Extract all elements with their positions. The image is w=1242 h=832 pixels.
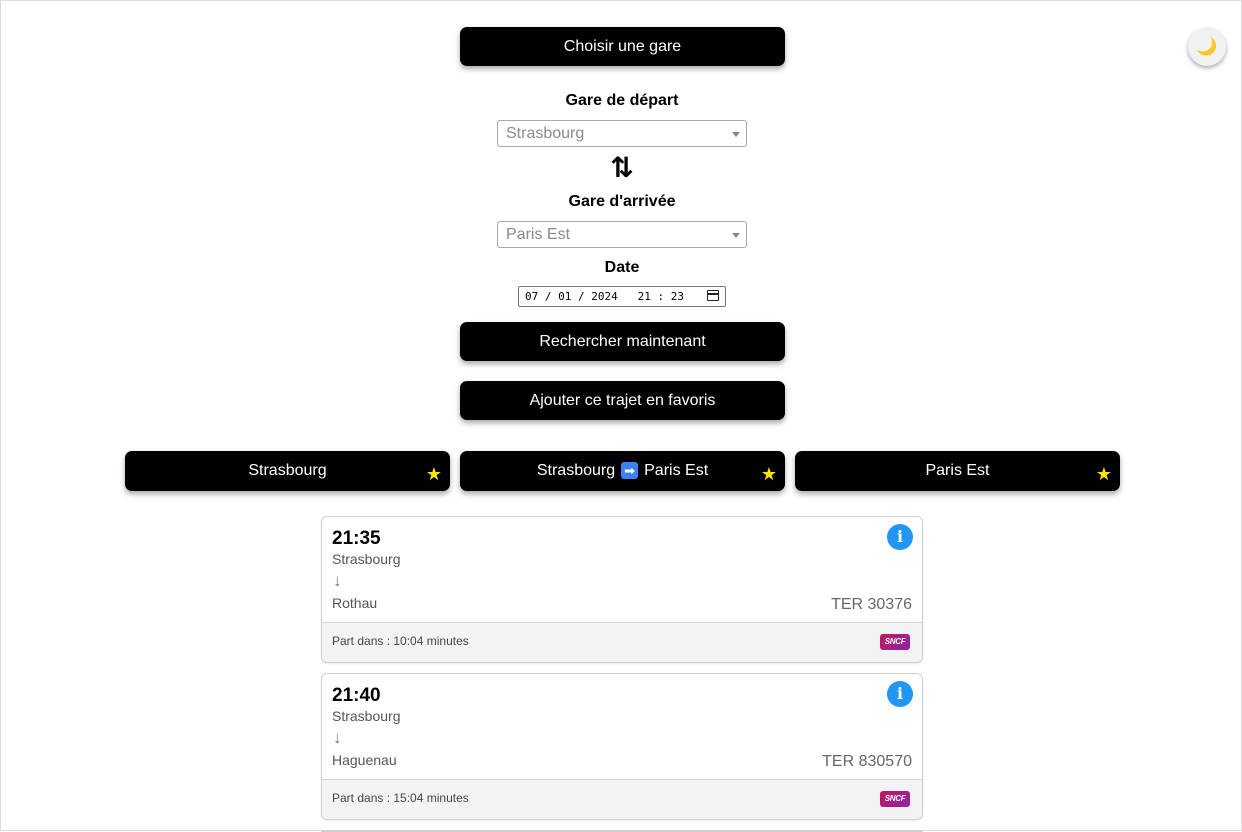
- sncf-logo: SNCF: [880, 791, 910, 807]
- favorite-station-strasbourg[interactable]: Strasbourg ★: [125, 451, 450, 491]
- theme-toggle-button[interactable]: 🌙: [1188, 28, 1226, 66]
- trip-destination: Haguenau: [332, 752, 397, 768]
- trip-destination: Rothau: [332, 595, 378, 611]
- calendar-icon[interactable]: [707, 290, 719, 301]
- choose-station-label: Choisir une gare: [563, 37, 682, 55]
- trip-origin: Strasbourg: [332, 551, 401, 567]
- departs-in: Part dans : 10:04 minutes: [332, 634, 469, 648]
- departs-in: Part dans : 15:04 minutes: [332, 791, 469, 805]
- swap-stations-icon[interactable]: ⇅: [1, 153, 1242, 183]
- sncf-logo: SNCF: [880, 634, 910, 650]
- arrival-select[interactable]: Paris Est: [497, 221, 747, 248]
- date-label: Date: [604, 259, 640, 276]
- star-icon[interactable]: ★: [761, 465, 777, 483]
- trip-origin: Strasbourg: [332, 708, 401, 724]
- search-now-label: Rechercher maintenant: [539, 332, 706, 350]
- arrow-down-icon: ↓: [333, 728, 342, 747]
- add-favorite-label: Ajouter ce trajet en favoris: [529, 391, 716, 409]
- choose-station-button[interactable]: Choisir une gare: [460, 27, 785, 66]
- favorite-from: Strasbourg: [536, 462, 616, 479]
- favorite-to: Paris Est: [644, 462, 709, 479]
- favorite-route-strasbourg-paris[interactable]: Strasbourg ➡ Paris Est ★: [460, 451, 785, 491]
- search-now-button[interactable]: Rechercher maintenant: [460, 322, 785, 361]
- trip-time: 21:35: [332, 528, 381, 549]
- arrow-down-icon: ↓: [333, 571, 342, 590]
- trip-footer: Part dans : 10:04 minutes SNCF: [322, 622, 922, 662]
- trip-card[interactable]: 21:35 Strasbourg ↓ Rothau TER 30376 i Pa…: [321, 516, 923, 663]
- arrival-label: Gare d'arrivée: [568, 193, 676, 210]
- trip-card[interactable]: 21:40 Strasbourg ↓ Haguenau TER 830570 i…: [321, 673, 923, 820]
- arrow-right-icon: ➡: [621, 461, 639, 479]
- star-icon[interactable]: ★: [426, 465, 442, 483]
- favorite-label: Paris Est: [925, 462, 990, 479]
- departure-value: Strasbourg: [506, 125, 585, 142]
- arrival-value: Paris Est: [506, 226, 571, 243]
- chevron-down-icon: [732, 233, 740, 238]
- moon-icon: 🌙: [1196, 37, 1218, 56]
- departure-label: Gare de départ: [565, 92, 679, 109]
- favorite-label: Strasbourg: [248, 462, 327, 479]
- trip-footer: Part dans : 15:04 minutes SNCF: [322, 779, 922, 819]
- departure-select[interactable]: Strasbourg: [497, 120, 747, 147]
- info-icon[interactable]: i: [887, 524, 913, 550]
- add-favorite-button[interactable]: Ajouter ce trajet en favoris: [460, 381, 785, 420]
- chevron-down-icon: [732, 132, 740, 137]
- train-number: TER 830570: [822, 753, 912, 770]
- train-number: TER 30376: [831, 596, 912, 613]
- date-time-input[interactable]: 07 / 01 / 2024 21 : 23: [518, 286, 726, 307]
- date-value: 07 / 01 / 2024 21 : 23: [525, 290, 684, 303]
- info-icon[interactable]: i: [887, 681, 913, 707]
- star-icon[interactable]: ★: [1096, 465, 1112, 483]
- trip-time: 21:40: [332, 685, 381, 706]
- favorite-station-paris-est[interactable]: Paris Est ★: [795, 451, 1120, 491]
